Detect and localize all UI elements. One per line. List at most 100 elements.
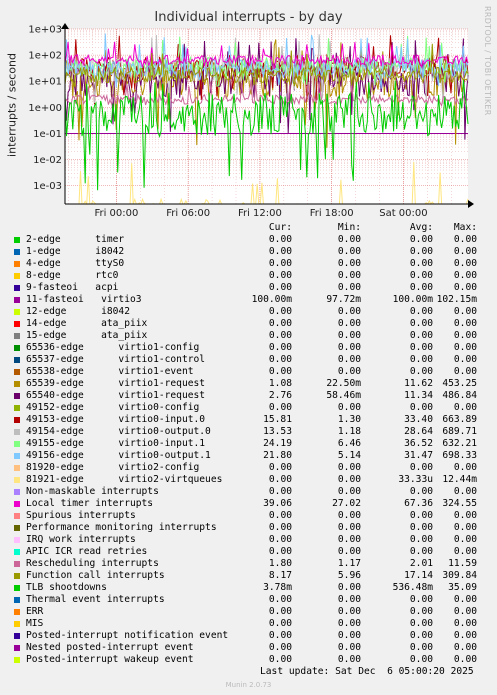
- legend-max-value: 0.00: [453, 486, 477, 497]
- legend-cur-value: 0.00: [268, 486, 292, 497]
- legend-series-name: Function call interrupts: [26, 570, 165, 581]
- legend-min-value: 0.00: [337, 522, 361, 533]
- legend-series-name: Rescheduling interrupts: [26, 558, 159, 569]
- legend-cur-value: 3.78m: [263, 582, 292, 593]
- legend-series-name: 81920-edge virtio2-config: [26, 462, 200, 473]
- legend-swatch: [14, 393, 20, 399]
- legend-series-name: Posted-interrupt wakeup event: [26, 654, 194, 665]
- legend-swatch: [14, 273, 20, 279]
- legend-max-value: 0.00: [453, 630, 477, 641]
- y-tick-label: 1e+03: [28, 25, 62, 36]
- legend-cur-value: 0.00: [268, 282, 292, 293]
- legend-min-value: 0.00: [337, 354, 361, 365]
- legend-swatch: [14, 465, 20, 471]
- legend-swatch: [14, 657, 20, 663]
- last-update: Last update: Sat Dec 6 05:00:20 2025: [260, 666, 474, 677]
- legend-swatch: [14, 501, 20, 507]
- legend-min-value: 0.00: [337, 282, 361, 293]
- legend-row: 65540-edge virtio1-request 2.76 58.46m 11.3…: [0, 390, 497, 402]
- legend-cur-value: 0.00: [268, 270, 292, 281]
- legend-max-value: 0.00: [453, 366, 477, 377]
- legend-row: 4-edge ttyS0 0.00 0.00 0.00 0.00: [0, 258, 497, 270]
- legend-swatch: [14, 609, 20, 615]
- legend-max-value: 0.00: [453, 402, 477, 413]
- legend-max-value: 0.00: [453, 270, 477, 281]
- legend-min-value: 5.14: [337, 450, 361, 461]
- legend-cur-value: 0.00: [268, 522, 292, 533]
- legend-series-name: Non-maskable interrupts: [26, 486, 159, 497]
- legend-cur-value: 1.80: [268, 558, 292, 569]
- legend-swatch: [14, 297, 20, 303]
- legend-cur-value: 0.00: [268, 546, 292, 557]
- legend-cur-value: 0.00: [268, 330, 292, 341]
- legend-swatch: [14, 417, 20, 423]
- legend-swatch: [14, 321, 20, 327]
- legend-min-value: 0.00: [337, 606, 361, 617]
- legend-max-value: 0.00: [453, 330, 477, 341]
- legend-row: 11-fasteoi virtio3 100.00m 97.72m 100.00m 10…: [0, 294, 497, 306]
- legend-row: 65538-edge virtio1-event 0.00 0.00 0.00 0.00: [0, 366, 497, 378]
- legend-max-value: 0.00: [453, 282, 477, 293]
- legend-row: Posted-interrupt wakeup event 0.00 0.00 0.0…: [0, 654, 497, 666]
- legend-min-value: 0.00: [337, 246, 361, 257]
- y-tick-label: 1e-01: [33, 129, 62, 140]
- legend-row: Thermal event interrupts 0.00 0.00 0.00 0.00: [0, 594, 497, 606]
- legend-row: 49154-edge virtio0-output.0 13.53 1.18 28.6…: [0, 426, 497, 438]
- legend-series-name: 2-edge timer: [26, 234, 125, 245]
- legend-row: Rescheduling interrupts 1.80 1.17 2.01 11.59: [0, 558, 497, 570]
- x-tick-label: Fri 18:00: [310, 208, 354, 219]
- legend-min-value: 0.00: [337, 318, 361, 329]
- legend-min-value: 5.96: [337, 570, 361, 581]
- legend-max-value: 35.09: [448, 582, 477, 593]
- legend-max-value: 453.25: [442, 378, 477, 389]
- legend-swatch: [14, 453, 20, 459]
- legend-max-value: 0.00: [453, 534, 477, 545]
- legend-max-value: 698.33: [442, 450, 477, 461]
- legend-max-value: 0.00: [453, 234, 477, 245]
- col-max: Max:: [453, 222, 477, 233]
- legend-max-value: 0.00: [453, 246, 477, 257]
- legend-series-name: 49153-edge virtio0-input.0: [26, 414, 206, 425]
- legend-cur-value: 15.81: [263, 414, 292, 425]
- legend-min-value: 0.00: [337, 342, 361, 353]
- legend-swatch: [14, 585, 20, 591]
- legend-swatch: [14, 345, 20, 351]
- legend-min-value: 1.18: [337, 426, 361, 437]
- y-tick-label: 1e-03: [33, 181, 62, 192]
- legend-series-name: 49155-edge virtio0-input.1: [26, 438, 206, 449]
- x-tick-label: Fri 00:00: [94, 208, 138, 219]
- legend-max-value: 663.89: [442, 414, 477, 425]
- legend-max-value: 0.00: [453, 594, 477, 605]
- legend-max-value: 0.00: [453, 618, 477, 629]
- legend-max-value: 0.00: [453, 522, 477, 533]
- legend-min-value: 0.00: [337, 366, 361, 377]
- legend-row: Function call interrupts 8.17 5.96 17.14 309…: [0, 570, 497, 582]
- legend-row: 1-edge i8042 0.00 0.00 0.00 0.00: [0, 246, 497, 258]
- legend-series-name: Posted-interrupt notification event: [26, 630, 229, 641]
- legend-min-value: 0.00: [337, 330, 361, 341]
- legend-min-value: 1.17: [337, 558, 361, 569]
- legend-row: 15-edge ata_piix 0.00 0.00 0.00 0.00: [0, 330, 497, 342]
- legend-series-name: 8-edge rtc0: [26, 270, 119, 281]
- legend-max-value: 0.00: [453, 510, 477, 521]
- legend-row: 8-edge rtc0 0.00 0.00 0.00 0.00: [0, 270, 497, 282]
- legend-series-name: 1-edge i8042: [26, 246, 125, 257]
- legend-swatch: [14, 405, 20, 411]
- legend-min-value: 6.46: [337, 438, 361, 449]
- legend-min-value: 0.00: [337, 486, 361, 497]
- legend-max-value: 632.21: [442, 438, 477, 449]
- legend-cur-value: 0.00: [268, 306, 292, 317]
- legend-swatch: [14, 525, 20, 531]
- legend-cur-value: 24.19: [263, 438, 292, 449]
- legend-min-value: 0.00: [337, 546, 361, 557]
- legend-max-value: 486.84: [442, 390, 477, 401]
- legend-series-name: 65537-edge virtio1-control: [26, 354, 206, 365]
- legend-series-name: Thermal event interrupts: [26, 594, 165, 605]
- legend-series-name: 4-edge ttyS0: [26, 258, 125, 269]
- legend-cur-value: 0.00: [268, 630, 292, 641]
- legend-series-name: 49152-edge virtio0-config: [26, 402, 200, 413]
- legend-min-value: 0.00: [337, 270, 361, 281]
- legend-series-name: Performance monitoring interrupts: [26, 522, 217, 533]
- legend-series-name: 9-fasteoi acpi: [26, 282, 119, 293]
- legend-max-value: 324.55: [442, 498, 477, 509]
